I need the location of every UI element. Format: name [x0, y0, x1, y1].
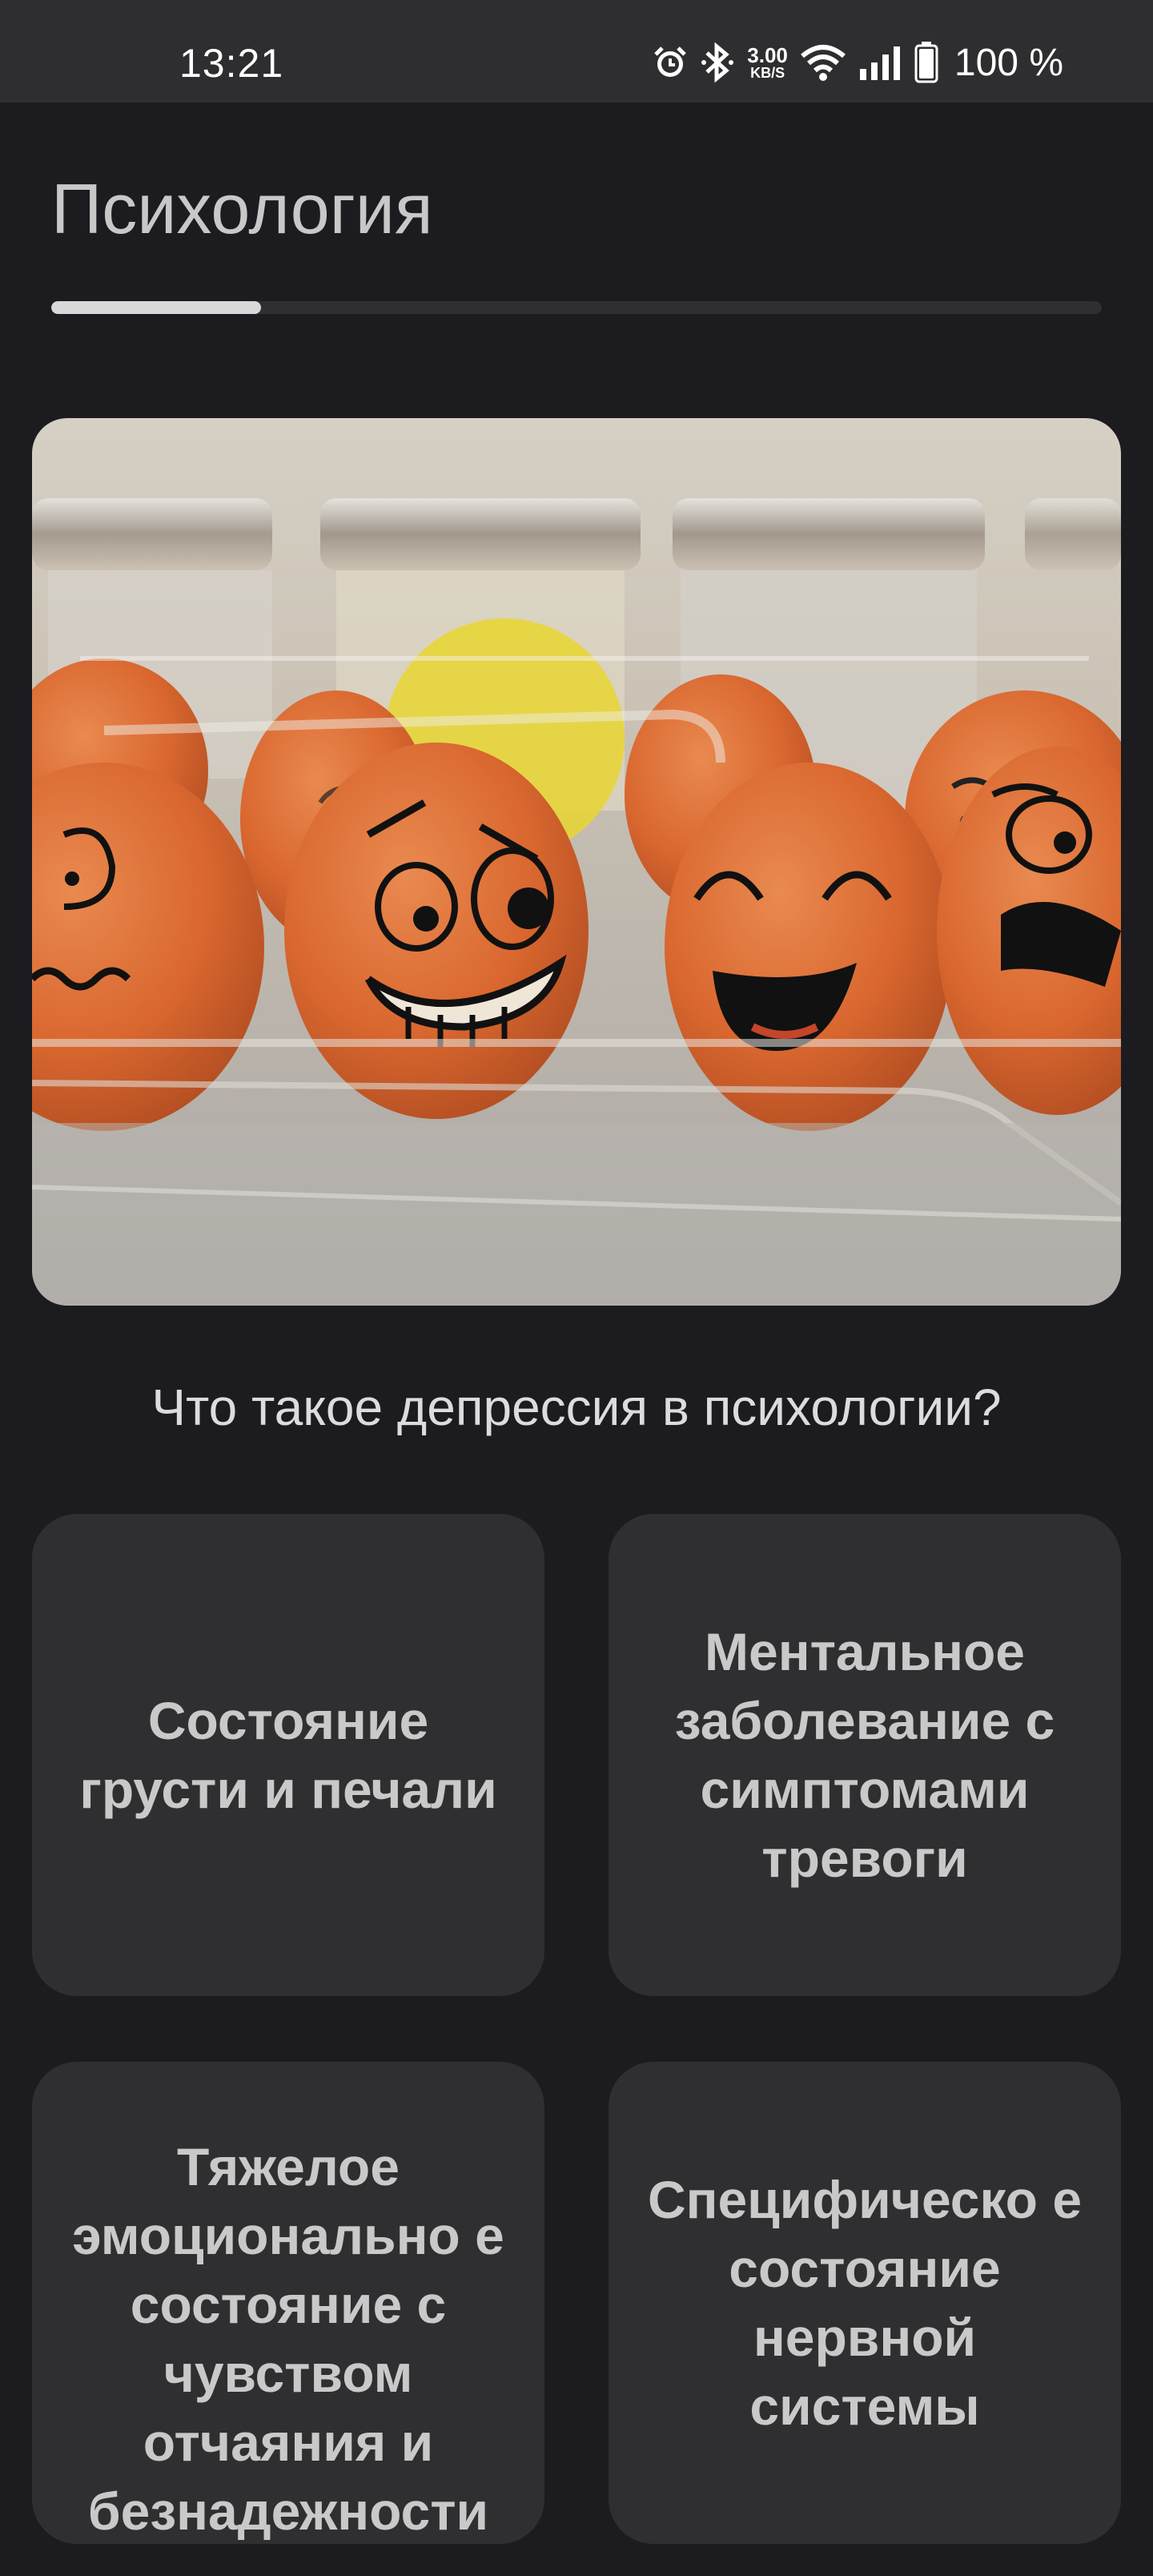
signal-icon [858, 45, 903, 80]
answer-option-label: Ментальное заболевание с симптомами трев… [674, 1622, 1055, 1888]
answer-option-label: Тяжелое эмоционально е состояние с чувст… [72, 2137, 504, 2541]
status-time: 13:21 [179, 41, 284, 86]
answer-option-4[interactable]: Специфическо е состояние нервной системы [609, 2062, 1121, 2544]
answer-option-1[interactable]: Состояние грусти и печали [32, 1514, 544, 1996]
answer-option-3[interactable]: Тяжелое эмоционально е состояние с чувст… [32, 2062, 544, 2544]
net-speed: 3.00 KB/S [747, 45, 788, 80]
quiz-progress-fill [51, 301, 262, 314]
net-speed-unit: KB/S [750, 65, 785, 81]
battery-text: 100 % [954, 41, 1063, 84]
quiz-progress-bar [51, 301, 1102, 314]
alarm-icon [651, 43, 689, 82]
page-title: Психология [51, 169, 433, 248]
net-speed-value: 3.00 [747, 43, 788, 67]
status-icons: 3.00 KB/S 100 % [651, 38, 1063, 87]
question-image [32, 418, 1121, 1306]
status-bar: 13:21 3.00 KB/S 100 % [0, 0, 1153, 103]
answer-option-label: Специфическо е состояние нервной системы [647, 2170, 1083, 2436]
question-text: Что такое депрессия в психологии? [151, 1379, 1002, 1436]
answer-option-2[interactable]: Ментальное заболевание с симптомами трев… [609, 1514, 1121, 1996]
eggs-illustration [32, 418, 1121, 1306]
answer-option-label: Состояние грусти и печали [79, 1691, 497, 1819]
wifi-icon [799, 43, 847, 82]
bluetooth-icon [701, 42, 736, 83]
battery-icon [914, 42, 938, 83]
